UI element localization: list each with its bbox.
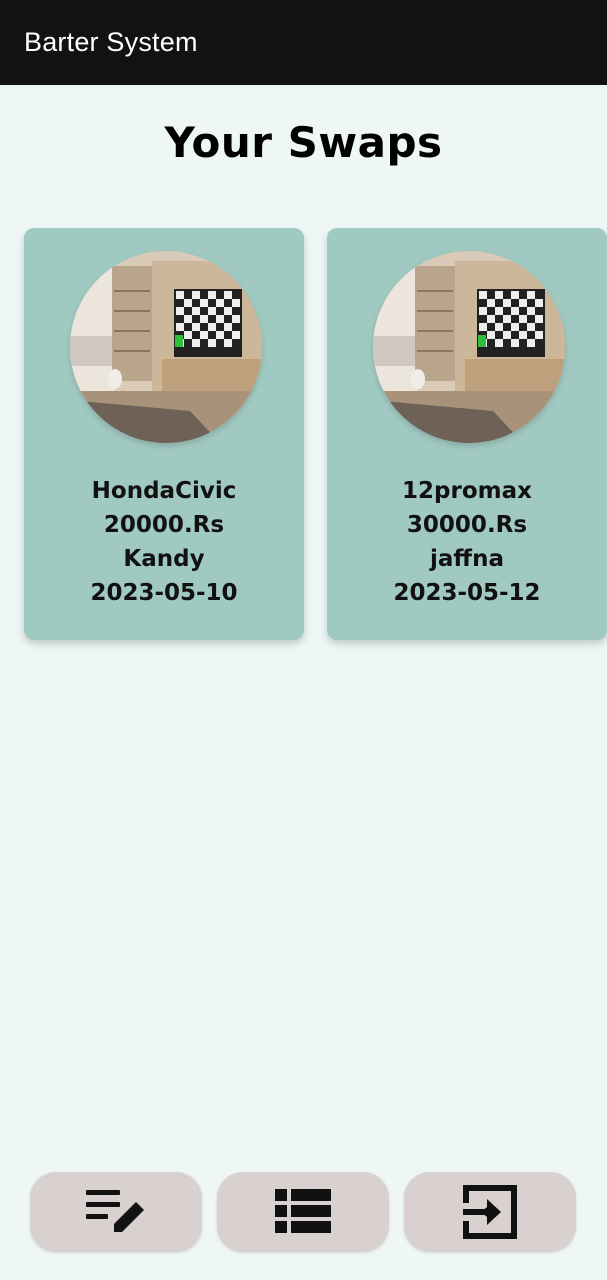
item-price: 30000.Rs [406,512,528,538]
logout-button[interactable] [404,1172,576,1252]
list-view-icon [273,1187,333,1237]
item-date: 2023-05-12 [393,580,541,606]
item-location: Kandy [123,546,205,572]
edit-list-button[interactable] [30,1172,202,1252]
app-bar: Barter System [0,0,607,85]
page-title: Your Swaps [164,118,443,167]
item-image [373,251,565,443]
item-name: HondaCivic [91,478,237,504]
logout-icon [459,1181,521,1243]
app-title: Barter System [24,27,198,57]
item-image [70,251,262,443]
list-view-button[interactable] [217,1172,389,1252]
item-date: 2023-05-10 [90,580,238,606]
swap-details: HondaCivic 20000.Rs Kandy 2023-05-10 [24,474,304,610]
item-name: 12promax [402,478,532,504]
swap-details: 12promax 30000.Rs jaffna 2023-05-12 [327,474,607,610]
edit-list-icon [84,1184,148,1240]
item-location: jaffna [430,546,504,572]
item-price: 20000.Rs [103,512,225,538]
swap-card[interactable]: 12promax 30000.Rs jaffna 2023-05-12 [327,228,607,640]
swap-card[interactable]: HondaCivic 20000.Rs Kandy 2023-05-10 [24,228,304,640]
